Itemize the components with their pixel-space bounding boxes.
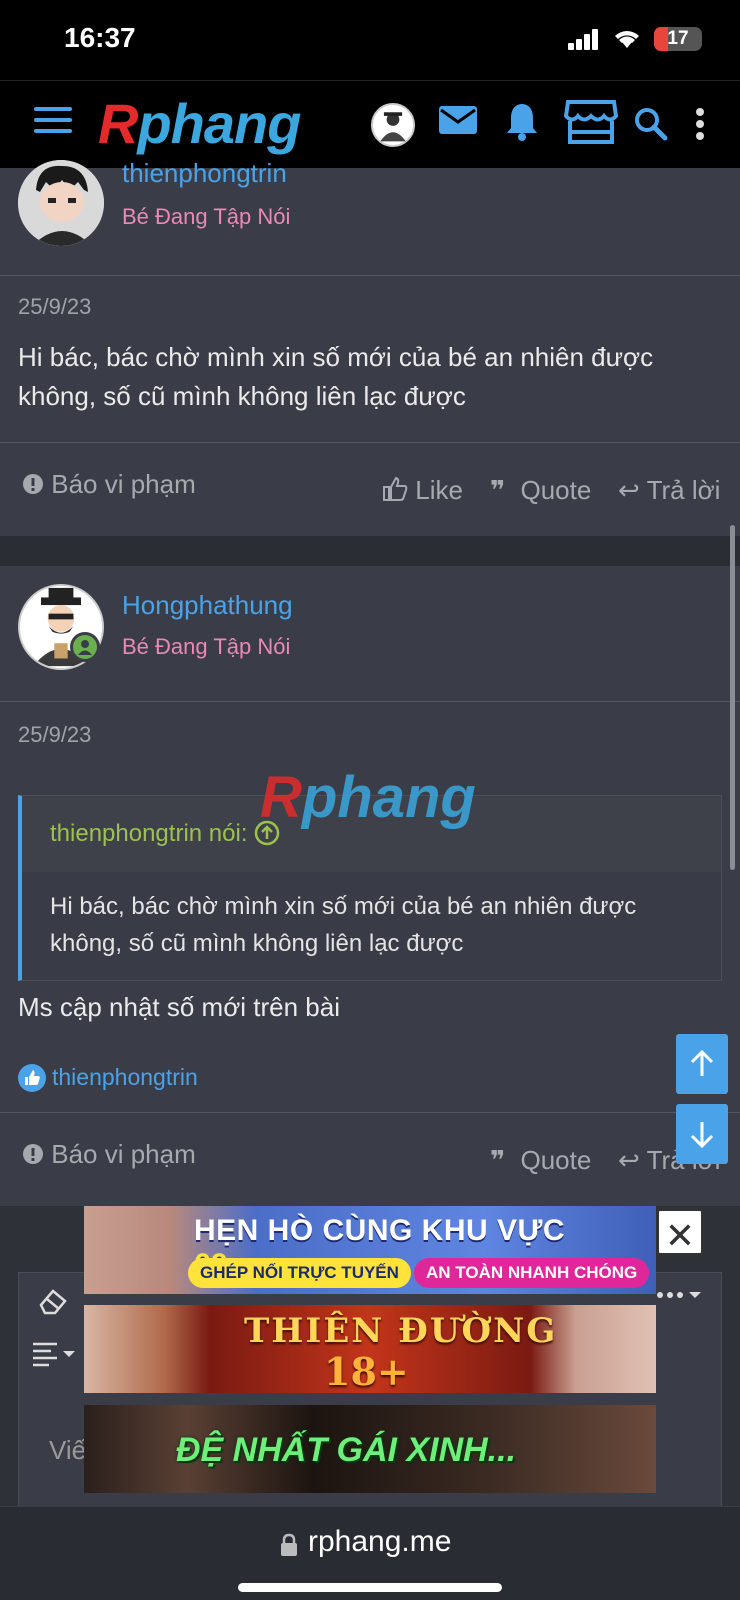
browser-url-bar[interactable]: rphang.me [0, 1506, 740, 1600]
post-user-title: Bé Đang Tập Nói [122, 634, 291, 659]
hamburger-menu-icon[interactable] [34, 107, 72, 139]
ad-banner-thien-duong[interactable]: THIÊN ĐƯỜNG 18+ [84, 1305, 656, 1393]
scroll-down-button[interactable] [676, 1104, 728, 1164]
quote-label: Quote [520, 475, 592, 505]
status-time: 16:37 [64, 22, 136, 53]
arrow-up-icon [690, 1049, 714, 1076]
quote-button[interactable]: ❞ Quote [490, 475, 591, 506]
reply-label: Trả lời [646, 475, 721, 505]
home-indicator[interactable] [238, 1583, 502, 1592]
scroll-up-button[interactable] [676, 1034, 728, 1094]
editor-placeholder: Viế [49, 1435, 87, 1465]
online-status-icon [70, 632, 100, 662]
more-vertical-icon[interactable] [694, 107, 706, 141]
like-label: Like [415, 475, 463, 505]
post-header: Hongphathung Bé Đang Tập Nói [0, 566, 740, 702]
post-date[interactable]: 25/9/23 [18, 294, 91, 320]
eraser-icon[interactable] [37, 1287, 69, 1315]
app-header: Rphang [0, 80, 740, 168]
quote-icon: ❞ [490, 1145, 506, 1175]
report-button[interactable]: Báo vi phạm [22, 469, 196, 500]
quote-label: Quote [520, 1145, 592, 1175]
store-icon[interactable] [564, 99, 618, 145]
page-scrollbar[interactable] [730, 525, 735, 870]
reply-icon: ↩ [618, 1145, 640, 1175]
align-dropdown-icon[interactable] [31, 1339, 79, 1367]
liked-by-user[interactable]: thienphongtrin [52, 1064, 198, 1091]
thumbs-up-icon [383, 476, 408, 501]
report-label: Báo vi phạm [51, 469, 196, 499]
ad-pill: GHÉP NỐI TRỰC TUYẾN [188, 1258, 411, 1288]
like-badge-icon [18, 1064, 46, 1092]
ad-banner-title: ĐỆ NHẤT GÁI XINH... [176, 1431, 517, 1469]
battery-icon: 17 [654, 27, 702, 51]
post-content: Hi bác, bác chờ mình xin số mới của bé a… [18, 342, 654, 411]
url-text[interactable]: rphang.me [308, 1525, 451, 1559]
post-username[interactable]: thienphongtrin [122, 158, 287, 189]
more-tools-icon[interactable] [655, 1287, 705, 1303]
like-button[interactable]: Like [382, 475, 463, 506]
quote-button[interactable]: ❞ Quote [490, 1145, 591, 1176]
report-label: Báo vi phạm [51, 1139, 196, 1169]
post-content: Ms cập nhật số mới trên bài [18, 992, 340, 1022]
status-bar: 16:37 17 [0, 0, 740, 80]
alert-icon [23, 474, 43, 494]
reply-icon: ↩ [618, 475, 640, 505]
post-actions: Báo vi phạm Like ❞ Quote ↩ Trả lời [0, 442, 740, 534]
quote-author-link[interactable]: thienphongtrin nói: [50, 820, 280, 848]
avatar[interactable] [18, 160, 104, 246]
arrow-down-icon [690, 1122, 714, 1149]
lock-icon [281, 1533, 297, 1556]
user-avatar[interactable] [371, 103, 415, 147]
ad-close-button[interactable]: ✕ [656, 1208, 704, 1256]
reply-button[interactable]: ↩ Trả lời [618, 475, 720, 506]
rphang-watermark: Rphang [260, 765, 476, 830]
post-actions: Báo vi phạm ❞ Quote ↩ Trả lời [0, 1112, 740, 1204]
ad-banner-dating[interactable]: HẸN HÒ CÙNG KHU VỰC 69xxoo.cc GHÉP NỐI T… [84, 1206, 656, 1294]
ad-banner-subtitle: 18+ [324, 1349, 409, 1393]
post-user-title: Bé Đang Tập Nói [122, 204, 291, 229]
ad-pill: AN TOÀN NHANH CHÓNG [414, 1258, 650, 1288]
quote-icon: ❞ [490, 475, 506, 505]
post-thienphongtrin: thienphongtrin Bé Đang Tập Nói 25/9/23 H… [0, 158, 740, 536]
report-button[interactable]: Báo vi phạm [22, 1139, 196, 1170]
alert-icon [23, 1144, 43, 1164]
post-username[interactable]: Hongphathung [122, 590, 293, 621]
wifi-icon [615, 31, 639, 48]
mail-icon[interactable] [438, 105, 478, 135]
notification-bell-icon[interactable] [504, 101, 540, 141]
site-logo[interactable]: Rphang [98, 91, 301, 156]
search-icon[interactable] [634, 107, 668, 141]
ad-banner-title: THIÊN ĐƯỜNG [244, 1311, 558, 1351]
post-date[interactable]: 25/9/23 [18, 722, 91, 748]
close-icon: ✕ [664, 1215, 696, 1256]
post-header: thienphongtrin Bé Đang Tập Nói [0, 158, 740, 276]
ad-banner-gai-xinh[interactable]: ĐỆ NHẤT GÁI XINH... [84, 1405, 656, 1493]
quote-text: Hi bác, bác chờ mình xin số mới của bé a… [50, 893, 637, 957]
cellular-signal-icon [568, 28, 600, 50]
battery-level: 17 [667, 28, 689, 49]
